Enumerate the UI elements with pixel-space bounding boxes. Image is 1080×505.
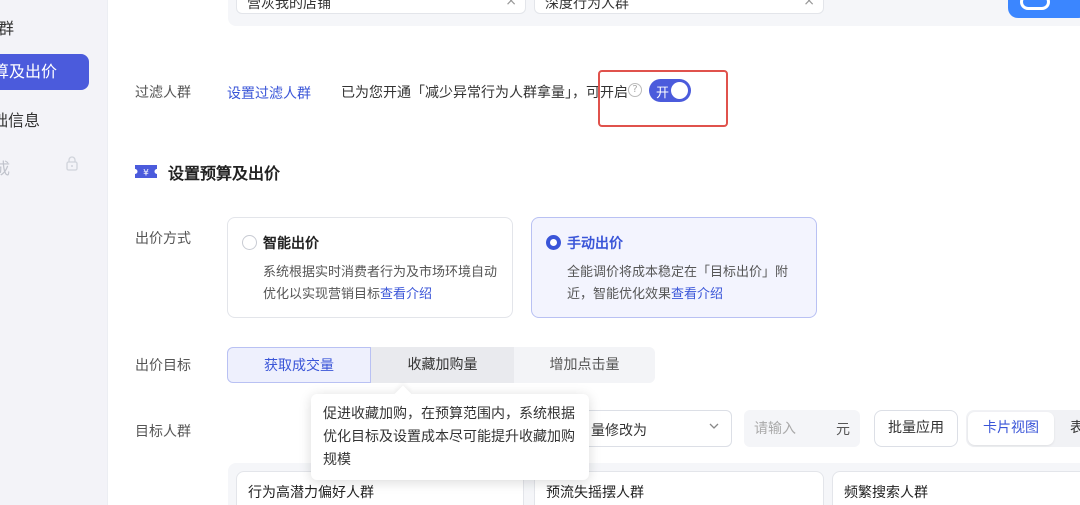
audience-name: 行为高潜力偏好人群 [248, 485, 374, 501]
option-desc: 全能调价将成本稳定在「目标出价」附近，智能优化效果查看介绍 [567, 265, 789, 302]
chevron-down-icon [709, 423, 719, 429]
budget-ticket-icon: ¥ [135, 165, 157, 179]
view-intro-link[interactable]: 查看介绍 [380, 287, 432, 302]
sidebar-item-budget-bid[interactable]: 算及出价 [0, 54, 89, 90]
store-field-value: 营灰我的店铺 [247, 0, 331, 12]
sidebar-item-complete[interactable]: 成 [0, 155, 10, 179]
behavior-field-value: 深度行为人群 [545, 0, 629, 12]
goal-conversion-tab[interactable]: 获取成交量 [227, 347, 371, 383]
clear-icon[interactable]: × [803, 0, 815, 9]
clear-icon[interactable]: × [505, 0, 517, 9]
radio-unchecked[interactable] [242, 235, 257, 250]
section-title: 设置预算及出价 [168, 164, 281, 183]
goal-tooltip: 促进收藏加购，在预算范围内，系统根据优化目标及设置成本尽可能提升收藏加购规模 [311, 394, 589, 480]
sidebar-item-basic-info[interactable]: 础信息 [0, 107, 40, 131]
currency-unit: 元 [836, 422, 850, 438]
view-intro-link[interactable]: 查看介绍 [671, 287, 723, 302]
top-fields-panel: 营灰我的店铺 × 深度行为人群 × [228, 0, 1080, 26]
target-audience-label: 目标人群 [135, 424, 191, 440]
store-field[interactable]: 营灰我的店铺 × [236, 0, 526, 14]
radio-checked[interactable] [546, 235, 561, 250]
tooltip-text: 促进收藏加购，在预算范围内，系统根据优化目标及设置成本尽可能提升收藏加购规模 [323, 406, 575, 468]
sidebar-item-audience[interactable]: 群 [0, 15, 14, 39]
sidebar-item-label: 算及出价 [0, 62, 58, 81]
option-desc: 系统根据实时消费者行为及市场环境自动优化以实现营销目标查看介绍 [263, 265, 498, 302]
behavior-audience-field[interactable]: 深度行为人群 × [534, 0, 824, 14]
top-action-button[interactable] [1008, 0, 1080, 18]
bid-method-label: 出价方式 [135, 231, 191, 247]
bid-goal-label: 出价目标 [135, 358, 191, 374]
audience-card[interactable]: 频繁搜索人群 [832, 471, 1080, 505]
link-icon [1020, 0, 1050, 10]
lock-icon [66, 156, 78, 171]
highlight-annotation [598, 70, 728, 127]
goal-favorite-cart-tab[interactable]: 收藏加购量 [371, 347, 514, 383]
audience-name: 频繁搜索人群 [844, 485, 928, 501]
audience-name: 预流失摇摆人群 [546, 485, 644, 501]
batch-apply-button[interactable]: 批量应用 [874, 410, 958, 447]
filter-audience-label: 过滤人群 [135, 85, 191, 101]
goal-clicks-tab[interactable]: 增加点击量 [514, 347, 655, 383]
manual-bid-option[interactable]: 手动出价 全能调价将成本稳定在「目标出价」附近，智能优化效果查看介绍 [531, 217, 817, 318]
view-switch: 卡片视图 表 [966, 410, 1080, 447]
svg-text:¥: ¥ [143, 169, 149, 179]
card-view-button[interactable]: 卡片视图 [968, 412, 1054, 445]
table-view-button[interactable]: 表 [1070, 412, 1080, 445]
sidebar: 群 算及出价 础信息 成 [0, 0, 108, 505]
select-value: 量修改为 [591, 423, 647, 439]
option-title: 手动出价 [567, 236, 623, 252]
option-title: 智能出价 [263, 236, 319, 252]
set-filter-audience-link[interactable]: 设置过滤人群 [227, 83, 311, 103]
filter-info-text: 已为您开通「减少异常行为人群拿量」，可开启 [341, 85, 628, 101]
smart-bid-option[interactable]: 智能出价 系统根据实时消费者行为及市场环境自动优化以实现营销目标查看介绍 [227, 217, 513, 318]
